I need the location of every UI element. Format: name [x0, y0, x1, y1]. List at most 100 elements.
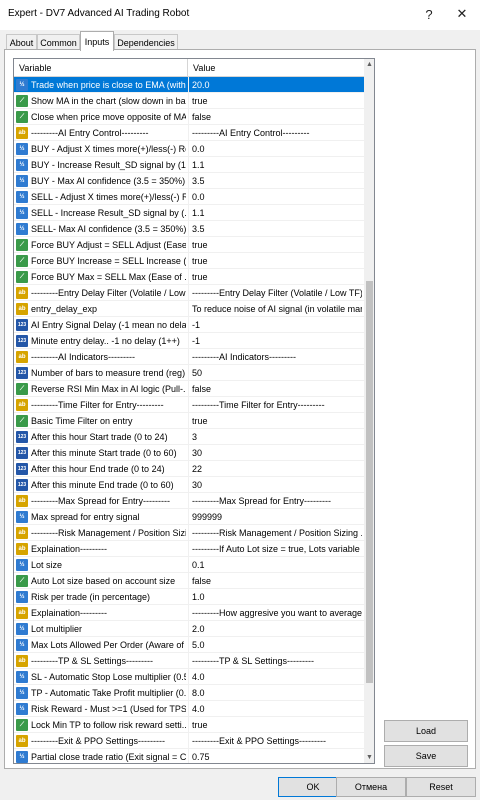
tab-dependencies[interactable]: Dependencies	[114, 34, 178, 50]
row-value[interactable]: -1	[190, 317, 362, 333]
table-row[interactable]: ½ BUY - Max AI confidence (3.5 = 350%) 3.5	[14, 173, 364, 189]
row-value[interactable]: true	[190, 93, 362, 109]
table-row[interactable]: ½ TP - Automatic Take Profit multiplier (…	[14, 685, 364, 701]
table-row[interactable]: ab ---------Risk Management / Position Si…	[14, 525, 364, 541]
table-row[interactable]: ⟋ Show MA in the chart (slow down in ba..…	[14, 93, 364, 109]
row-value[interactable]: 3.5	[190, 173, 362, 189]
table-row[interactable]: 123 AI Entry Signal Delay (-1 mean no del…	[14, 317, 364, 333]
row-value[interactable]: 8.0	[190, 685, 362, 701]
table-row[interactable]: ⟋ Auto Lot size based on account size fals…	[14, 573, 364, 589]
row-value[interactable]: false	[190, 381, 362, 397]
row-value[interactable]: 22	[190, 461, 362, 477]
table-row[interactable]: ab Explaination--------- ---------If Auto …	[14, 541, 364, 557]
row-value[interactable]: ---------If Auto Lot size = true, Lots v…	[190, 541, 362, 557]
tab-inputs[interactable]: Inputs	[80, 31, 114, 51]
save-button[interactable]: Save	[384, 745, 468, 767]
row-value[interactable]: ---------How aggresive you want to avera…	[190, 605, 362, 621]
scroll-up-icon[interactable]: ▲	[364, 59, 374, 70]
row-value[interactable]: 2.0	[190, 621, 362, 637]
row-value[interactable]: 3.5	[190, 221, 362, 237]
close-button[interactable]: ✕	[451, 4, 473, 24]
table-row[interactable]: ab ---------Entry Delay Filter (Volatile …	[14, 285, 364, 301]
tab-common[interactable]: Common	[37, 34, 80, 50]
row-value[interactable]: 5.0	[190, 637, 362, 653]
row-value[interactable]: true	[190, 269, 362, 285]
table-row[interactable]: 123 After this hour Start trade (0 to 24)…	[14, 429, 364, 445]
table-row[interactable]: ab ---------Max Spread for Entry---------…	[14, 493, 364, 509]
table-row[interactable]: ½ Trade when price is close to EMA (with.…	[14, 77, 364, 93]
table-row[interactable]: ½ Lot multiplier 2.0	[14, 621, 364, 637]
table-row[interactable]: ½ Partial close trade ratio (Exit signal …	[14, 749, 364, 763]
table-row[interactable]: ab entry_delay_exp To reduce noise of AI s…	[14, 301, 364, 317]
table-row[interactable]: ½ BUY - Adjust X times more(+)/less(-) Re…	[14, 141, 364, 157]
table-row[interactable]: ½ Risk Reward - Must >=1 (Used for TPS...…	[14, 701, 364, 717]
row-value[interactable]: ---------TP & SL Settings---------	[190, 653, 362, 669]
table-row[interactable]: 123 After this minute Start trade (0 to 6…	[14, 445, 364, 461]
row-value[interactable]: 0.0	[190, 141, 362, 157]
table-row[interactable]: ½ SELL - Adjust X times more(+)/less(-) R…	[14, 189, 364, 205]
table-row[interactable]: 123 Minute entry delay.. -1 no delay (1++…	[14, 333, 364, 349]
row-value[interactable]: true	[190, 413, 362, 429]
scroll-down-icon[interactable]: ▼	[364, 752, 374, 763]
row-value[interactable]: -1	[190, 333, 362, 349]
table-row[interactable]: ⟋ Force BUY Increase = SELL Increase (...…	[14, 253, 364, 269]
help-button[interactable]: ?	[418, 4, 440, 24]
load-button[interactable]: Load	[384, 720, 468, 742]
row-value[interactable]: 999999	[190, 509, 362, 525]
reset-button[interactable]: Reset	[406, 777, 476, 797]
table-row[interactable]: ½ SL - Automatic Stop Lose multiplier (0.…	[14, 669, 364, 685]
table-row[interactable]: ab Explaination--------- ---------How aggr…	[14, 605, 364, 621]
row-value[interactable]: 0.75	[190, 749, 362, 763]
row-value[interactable]: true	[190, 253, 362, 269]
table-row[interactable]: ½ Max Lots Allowed Per Order (Aware of ..…	[14, 637, 364, 653]
row-value[interactable]: ---------Risk Management / Position Sizi…	[190, 525, 362, 541]
table-row[interactable]: ⟋ Close when price move opposite of MA fal…	[14, 109, 364, 125]
vertical-scrollbar[interactable]: ▲ ▼	[364, 59, 374, 763]
table-row[interactable]: ab ---------TP & SL Settings--------- ----…	[14, 653, 364, 669]
row-value[interactable]: 1.0	[190, 589, 362, 605]
table-row[interactable]: 123 After this minute End trade (0 to 60)…	[14, 477, 364, 493]
row-value[interactable]: 0.0	[190, 189, 362, 205]
row-value[interactable]: true	[190, 717, 362, 733]
table-row[interactable]: ⟋ Reverse RSI Min Max in AI logic (Pull-.…	[14, 381, 364, 397]
row-value[interactable]: 3	[190, 429, 362, 445]
table-row[interactable]: ½ SELL- Max AI confidence (3.5 = 350%) 3.5	[14, 221, 364, 237]
table-row[interactable]: ⟋ Force BUY Max = SELL Max (Ease of ... tr…	[14, 269, 364, 285]
table-row[interactable]: ⟋ Force BUY Adjust = SELL Adjust (Ease...…	[14, 237, 364, 253]
row-value[interactable]: ---------Exit & PPO Settings---------	[190, 733, 362, 749]
table-row[interactable]: ⟋ Basic Time Filter on entry true	[14, 413, 364, 429]
tab-about[interactable]: About	[6, 34, 37, 50]
scroll-thumb[interactable]	[366, 281, 373, 683]
row-value[interactable]: 4.0	[190, 669, 362, 685]
row-value[interactable]: To reduce noise of AI signal (in volatil…	[190, 301, 362, 317]
row-value[interactable]: 50	[190, 365, 362, 381]
row-value[interactable]: ---------Entry Delay Filter (Volatile / …	[190, 285, 362, 301]
row-value[interactable]: 30	[190, 477, 362, 493]
header-value[interactable]: Value	[188, 59, 364, 77]
header-variable[interactable]: Variable	[14, 59, 188, 77]
table-row[interactable]: ab ---------AI Entry Control--------- ----…	[14, 125, 364, 141]
table-row[interactable]: ½ Risk per trade (in percentage) 1.0	[14, 589, 364, 605]
table-row[interactable]: 123 Number of bars to measure trend (reg)…	[14, 365, 364, 381]
table-row[interactable]: ½ BUY - Increase Result_SD signal by (1..…	[14, 157, 364, 173]
table-row[interactable]: ab ---------Exit & PPO Settings--------- -…	[14, 733, 364, 749]
row-value[interactable]: 1.1	[190, 157, 362, 173]
row-value[interactable]: 0.1	[190, 557, 362, 573]
table-row[interactable]: 123 After this hour End trade (0 to 24) 22	[14, 461, 364, 477]
row-value[interactable]: false	[190, 109, 362, 125]
row-value[interactable]: ---------Time Filter for Entry---------	[190, 397, 362, 413]
row-value[interactable]: 1.1	[190, 205, 362, 221]
row-value[interactable]: ---------AI Indicators---------	[190, 349, 362, 365]
table-row[interactable]: ½ SELL - Increase Result_SD signal by (..…	[14, 205, 364, 221]
table-row[interactable]: ⟋ Lock Min TP to follow risk reward setti…	[14, 717, 364, 733]
row-value[interactable]: 20.0	[190, 77, 362, 93]
row-value[interactable]: 4.0	[190, 701, 362, 717]
row-value[interactable]: ---------Max Spread for Entry---------	[190, 493, 362, 509]
row-value[interactable]: true	[190, 237, 362, 253]
row-value[interactable]: ---------AI Entry Control---------	[190, 125, 362, 141]
row-value[interactable]: false	[190, 573, 362, 589]
table-row[interactable]: ab ---------Time Filter for Entry--------…	[14, 397, 364, 413]
table-row[interactable]: ½ Max spread for entry signal 999999	[14, 509, 364, 525]
cancel-button[interactable]: Отмена	[336, 777, 406, 797]
table-row[interactable]: ½ Lot size 0.1	[14, 557, 364, 573]
